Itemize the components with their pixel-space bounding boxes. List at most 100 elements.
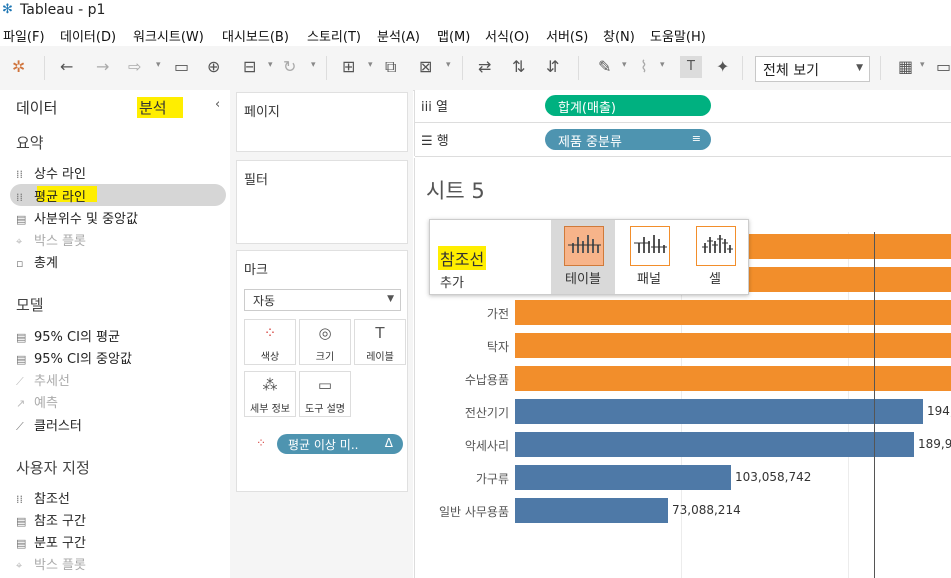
highlight-icon[interactable]: ✎ xyxy=(598,58,611,76)
menu-file[interactable]: 파일(F) xyxy=(3,26,45,45)
drop-zone-pane[interactable]: 패널 xyxy=(617,220,681,294)
menu-analysis[interactable]: 분석(A) xyxy=(377,26,420,45)
menu-dashboard[interactable]: 대시보드(B) xyxy=(222,26,289,45)
item-quartiles-median[interactable]: ▤ 사분위수 및 중앙값 xyxy=(16,208,138,227)
menu-format[interactable]: 서식(O) xyxy=(485,26,529,45)
item-cluster[interactable]: ⟋ 클러스터 xyxy=(16,415,82,434)
item-reference-line[interactable]: ⁞⁞ 참조선 xyxy=(16,488,70,507)
pages-card[interactable]: 페이지 xyxy=(236,92,408,152)
bar-일반 사무용품[interactable] xyxy=(515,498,668,523)
rows-icon: ☰ xyxy=(421,134,433,149)
collapse-icon[interactable]: ‹ xyxy=(215,97,220,112)
section-custom: 사용자 지정 xyxy=(16,459,90,477)
average-reference-line[interactable] xyxy=(874,232,875,578)
fit-dropdown-value: 전체 보기 xyxy=(763,63,819,79)
item-distribution-band[interactable]: ▤ 분포 구간 xyxy=(16,532,86,551)
group-icon[interactable]: ⌇ xyxy=(640,58,648,76)
color-button[interactable]: ⁘ 색상 xyxy=(244,319,296,365)
columns-pill[interactable]: 합계(매출) xyxy=(545,95,711,116)
marks-card: 마크 자동 ▼ ⁘ 색상 ◎ 크기 T 레이블 ⁂ 세부 정보 ▭ 도구 설명 … xyxy=(236,250,408,492)
table-scope-icon xyxy=(564,226,604,266)
duplicate-icon[interactable]: ⧉ xyxy=(385,58,396,76)
label-button[interactable]: T 레이블 xyxy=(354,319,406,365)
toolbar: ✲ ← → ⇨ ▾ ▭ ⊕ ⊟ ▾ ↻ ▾ ⊞ ▾ ⧉ ⊠ ▾ ⇄ ⇅ ⇵ ✎ … xyxy=(0,46,951,91)
item-average-line[interactable]: ⁞⁞ 평균 라인 xyxy=(16,186,86,205)
size-button[interactable]: ◎ 크기 xyxy=(299,319,351,365)
title-bar: ✻ Tableau - p1 xyxy=(0,0,951,22)
show-cards-icon[interactable]: ▦ xyxy=(898,58,913,76)
item-constant-line[interactable]: ⁞⁞ 상수 라인 xyxy=(16,163,86,182)
item-ci-mean[interactable]: ▤ 95% CI의 평균 xyxy=(16,326,120,345)
replay-icon[interactable]: ⇨ xyxy=(128,58,141,76)
pause-updates-icon[interactable]: ⊟ xyxy=(243,58,256,76)
bar-가전[interactable] xyxy=(515,300,951,325)
rows-shelf[interactable]: ☰ 행 제품 중분류 ≡ xyxy=(415,124,951,157)
label-icon: T xyxy=(375,324,385,342)
undo-icon[interactable]: ← xyxy=(60,58,73,76)
bar-가구류[interactable] xyxy=(515,465,731,490)
box-plot-icon: ⌖ xyxy=(16,235,23,248)
item-ci-median[interactable]: ▤ 95% CI의 중앙값 xyxy=(16,348,132,367)
bar-악세사리[interactable] xyxy=(515,432,914,457)
fit-dropdown[interactable]: 전체 보기 ▼ xyxy=(755,56,870,82)
value-label: 194,112,957 xyxy=(927,404,951,418)
item-totals[interactable]: ▫ 총계 xyxy=(16,252,58,271)
category-label: 일반 사무용품 xyxy=(438,505,509,519)
menu-help[interactable]: 도움말(H) xyxy=(650,26,706,45)
new-worksheet-icon[interactable]: ⊞ xyxy=(342,58,355,76)
menu-worksheet[interactable]: 워크시트(W) xyxy=(133,26,204,45)
tooltip-button[interactable]: ▭ 도구 설명 xyxy=(299,371,351,417)
menu-window[interactable]: 창(N) xyxy=(603,26,635,45)
swap-icon[interactable]: ⇄ xyxy=(478,58,491,76)
value-label: 73,088,214 xyxy=(672,503,741,517)
menu-server[interactable]: 서버(S) xyxy=(546,26,588,45)
cell-scope-icon xyxy=(696,226,736,266)
chevron-down-icon: ▼ xyxy=(856,63,863,73)
columns-shelf[interactable]: iii 열 합계(매출) xyxy=(415,90,951,123)
mark-type-dropdown[interactable]: 자동 ▼ xyxy=(244,289,401,311)
band-icon: ▤ xyxy=(16,353,27,366)
trend-icon: ⟋ xyxy=(16,375,24,388)
category-label: 가전 xyxy=(486,307,509,321)
tableau-logo-icon: ✻ xyxy=(2,2,13,17)
rows-pill[interactable]: 제품 중분류 ≡ xyxy=(545,129,711,150)
bar-전산기기[interactable] xyxy=(515,399,923,424)
section-model: 모델 xyxy=(16,296,44,314)
sort-icon: ≡ xyxy=(691,132,701,145)
detail-button[interactable]: ⁂ 세부 정보 xyxy=(244,371,296,417)
redo-icon[interactable]: → xyxy=(96,58,109,76)
tab-data[interactable]: 데이터 xyxy=(16,97,57,118)
drop-zone-table[interactable]: 테이블 xyxy=(551,220,615,294)
bar-탁자[interactable] xyxy=(515,333,951,358)
pin-icon[interactable]: ✦ xyxy=(716,58,729,76)
columns-label: iii 열 xyxy=(421,100,448,115)
band-icon: ▤ xyxy=(16,331,27,344)
color-field-pill[interactable]: 평균 이상 미.. Δ xyxy=(277,434,403,454)
filters-title: 필터 xyxy=(244,173,268,188)
box-plot-icon: ⌖ xyxy=(16,559,23,572)
menu-data[interactable]: 데이터(D) xyxy=(60,26,116,45)
cards-column: 페이지 필터 마크 자동 ▼ ⁘ 색상 ◎ 크기 T 레이블 ⁂ 세부 정보 ▭… xyxy=(230,90,413,578)
show-labels-icon[interactable]: T xyxy=(680,56,702,78)
presentation-icon[interactable]: ▭ xyxy=(936,58,951,76)
filters-card[interactable]: 필터 xyxy=(236,160,408,244)
clear-sheet-icon[interactable]: ⊠ xyxy=(419,58,432,76)
item-box-plot: ⌖ 박스 플롯 xyxy=(16,234,86,249)
shelves: iii 열 합계(매출) ☰ 행 제품 중분류 ≡ xyxy=(414,90,951,157)
refresh-icon[interactable]: ↻ xyxy=(283,58,296,76)
sort-descending-icon[interactable]: ⇵ xyxy=(546,58,559,76)
bar-수납용품[interactable] xyxy=(515,366,951,391)
menu-map[interactable]: 맵(M) xyxy=(437,26,470,45)
save-icon[interactable]: ▭ xyxy=(174,58,189,76)
drop-zone-cell[interactable]: 셀 xyxy=(683,220,747,294)
tableau-home-icon[interactable]: ✲ xyxy=(12,58,25,76)
menu-story[interactable]: 스토리(T) xyxy=(307,26,361,45)
item-reference-band[interactable]: ▤ 참조 구간 xyxy=(16,510,86,529)
sort-ascending-icon[interactable]: ⇅ xyxy=(512,58,525,76)
band-icon: ▤ xyxy=(16,213,27,226)
tab-analytics[interactable]: 분석 xyxy=(137,97,183,118)
chevron-down-icon: ▼ xyxy=(387,294,394,304)
new-datasource-icon[interactable]: ⊕ xyxy=(207,58,220,76)
cluster-icon: ⟋ xyxy=(16,420,24,433)
detail-icon: ⁂ xyxy=(262,376,278,394)
